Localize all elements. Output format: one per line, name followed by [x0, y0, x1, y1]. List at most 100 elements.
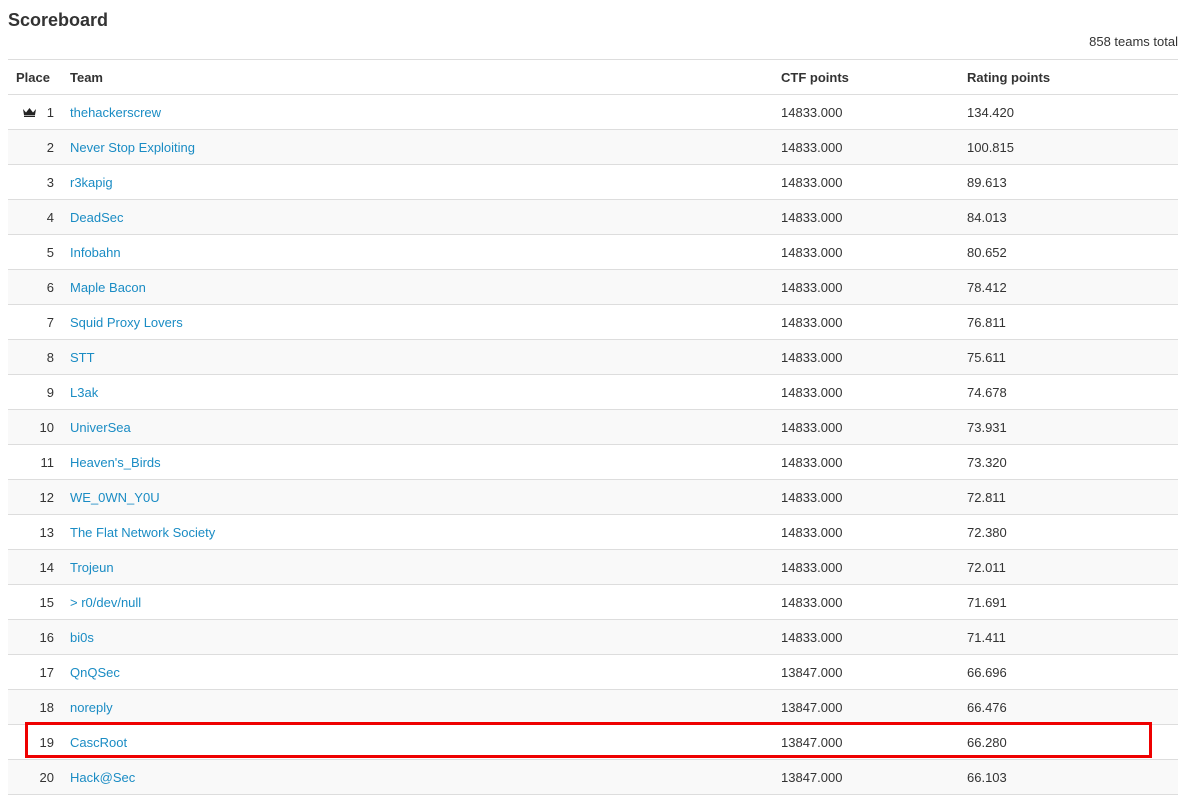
ctf-points-cell: 14833.000 [773, 304, 959, 340]
team-cell: Never Stop Exploiting [62, 129, 773, 165]
table-row: 13 The Flat Network Society 14833.000 72.38… [8, 514, 1178, 550]
team-cell: WE_0WN_Y0U [62, 479, 773, 515]
table-row: 15 > r0/dev/null 14833.000 71.691 [8, 584, 1178, 620]
team-link[interactable]: Heaven's_Birds [70, 455, 161, 470]
ctf-points-cell: 14833.000 [773, 164, 959, 200]
rating-points-cell: 66.476 [959, 689, 1178, 725]
team-link[interactable]: Maple Bacon [70, 280, 146, 295]
place-number: 6 [46, 279, 54, 295]
team-link[interactable]: L3ak [70, 385, 98, 400]
table-row: 1 thehackerscrew 14833.000 134.420 [8, 94, 1178, 130]
ctf-points-cell: 14833.000 [773, 269, 959, 305]
place-cell: 11 [8, 444, 62, 480]
team-link[interactable]: CascRoot [70, 735, 127, 750]
place-number: 14 [39, 559, 54, 575]
table-row: 6 Maple Bacon 14833.000 78.412 [8, 269, 1178, 305]
table-row: 3 r3kapig 14833.000 89.613 [8, 164, 1178, 200]
team-link[interactable]: Never Stop Exploiting [70, 140, 195, 155]
team-link[interactable]: DeadSec [70, 210, 123, 225]
rating-points-cell: 72.011 [959, 549, 1178, 585]
place-cell: 6 [8, 269, 62, 305]
table-row: 5 Infobahn 14833.000 80.652 [8, 234, 1178, 270]
rating-points-cell: 76.811 [959, 304, 1178, 340]
table-row: 16 bi0s 14833.000 71.411 [8, 619, 1178, 655]
place-number: 1 [46, 104, 54, 120]
team-link[interactable]: Squid Proxy Lovers [70, 315, 183, 330]
team-cell: CascRoot [62, 724, 773, 760]
place-number: 16 [39, 629, 54, 645]
team-link[interactable]: WE_0WN_Y0U [70, 490, 160, 505]
team-link[interactable]: r3kapig [70, 175, 113, 190]
team-link[interactable]: Hack@Sec [70, 770, 135, 785]
rating-points-cell: 71.691 [959, 584, 1178, 620]
place-number: 10 [39, 419, 54, 435]
team-cell: The Flat Network Society [62, 514, 773, 550]
ctf-points-cell: 14833.000 [773, 339, 959, 375]
rating-points-cell: 66.280 [959, 724, 1178, 760]
place-number: 7 [46, 314, 54, 330]
place-number: 17 [39, 664, 54, 680]
team-link[interactable]: The Flat Network Society [70, 525, 215, 540]
rating-points-cell: 134.420 [959, 94, 1178, 130]
place-number: 2 [46, 139, 54, 155]
team-cell: L3ak [62, 374, 773, 410]
ctf-points-cell: 13847.000 [773, 724, 959, 760]
table-header-row: Place Team CTF points Rating points [8, 59, 1178, 95]
ctf-points-cell: 14833.000 [773, 619, 959, 655]
rating-points-cell: 72.811 [959, 479, 1178, 515]
team-link[interactable]: UniverSea [70, 420, 131, 435]
ctf-points-cell: 13847.000 [773, 759, 959, 795]
place-cell: 3 [8, 164, 62, 200]
rating-points-cell: 89.613 [959, 164, 1178, 200]
place-number: 4 [46, 209, 54, 225]
teams-total-count: 858 teams total [1089, 34, 1178, 49]
table-row: 4 DeadSec 14833.000 84.013 [8, 199, 1178, 235]
ctf-points-cell: 14833.000 [773, 234, 959, 270]
place-cell: 10 [8, 409, 62, 445]
place-number: 19 [39, 734, 54, 750]
rating-points-cell: 84.013 [959, 199, 1178, 235]
place-cell: 15 [8, 584, 62, 620]
team-cell: Heaven's_Birds [62, 444, 773, 480]
rating-points-cell: 73.320 [959, 444, 1178, 480]
place-number: 8 [46, 349, 54, 365]
place-cell: 9 [8, 374, 62, 410]
rating-points-cell: 72.380 [959, 514, 1178, 550]
rating-points-cell: 78.412 [959, 269, 1178, 305]
page-title: Scoreboard [8, 10, 109, 30]
column-header-place: Place [8, 59, 62, 95]
team-link[interactable]: QnQSec [70, 665, 120, 680]
rating-points-cell: 75.611 [959, 339, 1178, 375]
place-number: 3 [46, 174, 54, 190]
place-cell: 19 [8, 724, 62, 760]
table-row: 14 Trojeun 14833.000 72.011 [8, 549, 1178, 585]
team-cell: Squid Proxy Lovers [62, 304, 773, 340]
table-row: 10 UniverSea 14833.000 73.931 [8, 409, 1178, 445]
ctf-points-cell: 14833.000 [773, 444, 959, 480]
ctf-points-cell: 14833.000 [773, 374, 959, 410]
team-cell: Hack@Sec [62, 759, 773, 795]
scoreboard-table: Place Team CTF points Rating points 1 the… [8, 59, 1178, 795]
team-link[interactable]: bi0s [70, 630, 94, 645]
team-cell: r3kapig [62, 164, 773, 200]
column-header-team: Team [62, 59, 773, 95]
team-cell: noreply [62, 689, 773, 725]
ctf-points-cell: 14833.000 [773, 584, 959, 620]
place-cell: 4 [8, 199, 62, 235]
team-cell: Maple Bacon [62, 269, 773, 305]
team-link[interactable]: Infobahn [70, 245, 121, 260]
ctf-points-cell: 13847.000 [773, 689, 959, 725]
table-row: 20 Hack@Sec 13847.000 66.103 [8, 759, 1178, 795]
place-number: 9 [46, 384, 54, 400]
place-cell: 16 [8, 619, 62, 655]
team-link[interactable]: STT [70, 350, 95, 365]
ctf-points-cell: 14833.000 [773, 199, 959, 235]
place-cell: 20 [8, 759, 62, 795]
place-number: 18 [39, 699, 54, 715]
team-link[interactable]: > r0/dev/null [70, 595, 141, 610]
team-link[interactable]: thehackerscrew [70, 105, 161, 120]
team-link[interactable]: Trojeun [70, 560, 114, 575]
team-link[interactable]: noreply [70, 700, 113, 715]
place-cell: 7 [8, 304, 62, 340]
place-cell: 17 [8, 654, 62, 690]
